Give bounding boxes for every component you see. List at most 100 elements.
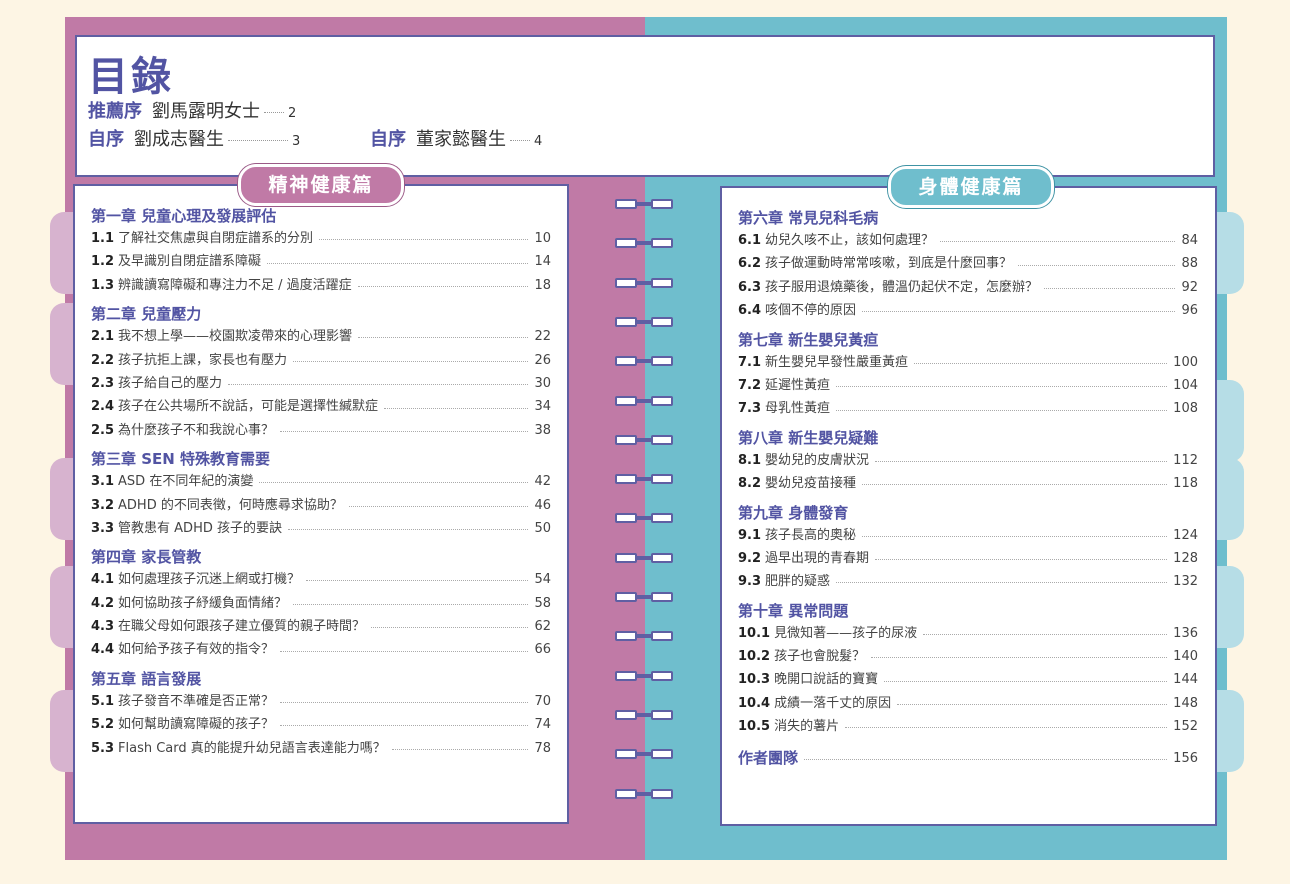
toc-entry[interactable]: 1.3 辨識讀寫障礙和專注力不足 / 過度活躍症 18 bbox=[91, 274, 551, 297]
toc-entry[interactable]: 2.5 為什麼孩子不和我說心事？ 38 bbox=[91, 419, 551, 442]
spiral-ring bbox=[615, 316, 675, 329]
entry-page: 18 bbox=[534, 277, 551, 293]
entry-title: 如何幫助讀寫障礙的孩子？ bbox=[118, 717, 275, 733]
toc-entry[interactable]: 9.1 孩子長高的奧秘 124 bbox=[738, 524, 1198, 547]
section-banner-physical-health: 身體健康篇 bbox=[888, 166, 1054, 208]
toc-entry[interactable]: 4.4 如何給予孩子有效的指令？ 66 bbox=[91, 638, 551, 661]
toc-entry[interactable]: 7.3 母乳性黃疸 108 bbox=[738, 397, 1198, 420]
toc-entry[interactable]: 9.2 過早出現的青春期 128 bbox=[738, 547, 1198, 570]
preface-author: 董家懿醫生 bbox=[416, 129, 506, 150]
entry-title: 成績一落千丈的原因 bbox=[774, 695, 892, 711]
entry-title: 孩子在公共場所不說話，可能是選擇性緘默症 bbox=[118, 399, 379, 415]
entry-page: 22 bbox=[534, 329, 551, 345]
toc-entry[interactable]: 10.5 消失的薯片 152 bbox=[738, 715, 1198, 738]
entry-page: 124 bbox=[1173, 527, 1198, 543]
entry-title: 及早識別自閉症譜系障礙 bbox=[118, 254, 262, 270]
entry-page: 112 bbox=[1173, 452, 1198, 468]
entry-number: 2.1 bbox=[91, 329, 115, 345]
entry-title: 咳個不停的原因 bbox=[765, 303, 857, 319]
entry-number: 9.1 bbox=[738, 527, 762, 543]
spiral-ring bbox=[615, 592, 675, 604]
entry-page: 58 bbox=[534, 595, 551, 611]
entry-number: 10.3 bbox=[738, 672, 771, 688]
toc-entry[interactable]: 10.4 成績一落千丈的原因 148 bbox=[738, 692, 1198, 715]
toc-entry[interactable]: 3.2 ADHD 的不同表徵，何時應尋求協助？ 46 bbox=[91, 494, 551, 517]
chapter-title: 第九章 身體發育 bbox=[738, 503, 849, 522]
spiral-ring bbox=[615, 238, 675, 250]
toc-entry[interactable]: 4.3 在職父母如何跟孩子建立優質的親子時間？ 62 bbox=[91, 615, 551, 638]
entry-title: 孩子也會脫髮？ bbox=[774, 649, 866, 665]
toc-entry[interactable]: 7.1 新生嬰兒早發性嚴重黃疸 100 bbox=[738, 351, 1198, 374]
toc-entry[interactable]: 2.4 孩子在公共場所不說話，可能是選擇性緘默症 34 bbox=[91, 395, 551, 418]
toc-entry[interactable]: 8.2 嬰幼兒疫苗接種 118 bbox=[738, 472, 1198, 495]
entry-title: 孩子抗拒上課，家長也有壓力 bbox=[118, 352, 288, 368]
entry-number: 1.2 bbox=[91, 254, 115, 270]
chapter-title: 第一章 兒童心理及發展評估 bbox=[91, 207, 277, 225]
entry-number: 3.2 bbox=[91, 497, 115, 513]
entry-title: 孩子長高的奧秘 bbox=[765, 527, 857, 543]
spiral-ring bbox=[615, 670, 675, 683]
entry-title: 母乳性黃疸 bbox=[765, 401, 831, 417]
entry-page: 148 bbox=[1173, 695, 1198, 711]
entry-number: 5.1 bbox=[91, 693, 115, 709]
entry-title: 辨識讀寫障礙和專注力不足 / 過度活躍症 bbox=[118, 277, 352, 293]
entry-number: 5.2 bbox=[91, 717, 115, 733]
toc-entry[interactable]: 3.3 管教患有 ADHD 孩子的要訣 50 bbox=[91, 517, 551, 540]
entry-title: 嬰幼兒的皮膚狀況 bbox=[765, 452, 870, 468]
spiral-ring bbox=[615, 277, 675, 290]
preface-label: 自序 bbox=[370, 129, 406, 150]
toc-entry[interactable]: 1.1 了解社交焦慮與自閉症譜系的分別 10 bbox=[91, 227, 551, 250]
entry-title: 為什麼孩子不和我說心事？ bbox=[118, 422, 275, 438]
entry-page: 66 bbox=[534, 642, 551, 658]
toc-entry[interactable]: 5.1 孩子發音不準確是否正常？ 70 bbox=[91, 690, 551, 713]
preface-line: 自序 董家懿醫生 4 bbox=[370, 125, 542, 151]
toc-entry[interactable]: 6.4 咳個不停的原因 96 bbox=[738, 299, 1198, 322]
toc-entry[interactable]: 2.1 我不想上學——校園欺凌帶來的心理影響 22 bbox=[91, 325, 551, 348]
entry-number: 4.3 bbox=[91, 619, 115, 635]
toc-entry[interactable]: 3.1 ASD 在不同年紀的演變 42 bbox=[91, 470, 551, 493]
entry-title: Flash Card 真的能提升幼兒語言表達能力嗎？ bbox=[118, 740, 386, 756]
entry-page: 136 bbox=[1173, 625, 1198, 641]
entry-page: 118 bbox=[1173, 476, 1198, 492]
entry-title: 我不想上學——校園欺凌帶來的心理影響 bbox=[118, 329, 353, 345]
toc-entry-author-team[interactable]: 作者團隊 156 bbox=[738, 747, 1198, 770]
entry-number: 7.1 bbox=[738, 354, 762, 370]
entry-title: 孩子給自己的壓力 bbox=[118, 375, 223, 391]
entry-title: 肥胖的疑惑 bbox=[765, 574, 831, 590]
toc-entry[interactable]: 5.2 如何幫助讀寫障礙的孩子？ 74 bbox=[91, 713, 551, 736]
entry-title: 延遲性黃疸 bbox=[765, 377, 831, 393]
toc-entry[interactable]: 6.1 幼兒久咳不止，該如何處理？ 84 bbox=[738, 229, 1198, 252]
toc-right: 第六章 常見兒科毛病 6.1 幼兒久咳不止，該如何處理？ 84 6.2 孩子做運動時常常咳… bbox=[738, 207, 1198, 770]
toc-entry[interactable]: 4.2 如何協助孩子紓緩負面情緒？ 58 bbox=[91, 592, 551, 615]
toc-entry[interactable]: 5.3 Flash Card 真的能提升幼兒語言表達能力嗎？ 78 bbox=[91, 737, 551, 760]
entry-page: 96 bbox=[1181, 303, 1198, 319]
toc-entry[interactable]: 1.2 及早識別自閉症譜系障礙 14 bbox=[91, 250, 551, 273]
entry-number: 6.4 bbox=[738, 303, 762, 319]
toc-entry[interactable]: 10.1 見微知著——孩子的尿液 136 bbox=[738, 622, 1198, 645]
toc-entry[interactable]: 6.2 孩子做運動時常常咳嗽，到底是什麼回事？ 88 bbox=[738, 252, 1198, 275]
entry-title: 了解社交焦慮與自閉症譜系的分別 bbox=[118, 231, 314, 246]
spiral-ring bbox=[615, 395, 675, 408]
preface-label: 自序 bbox=[88, 129, 124, 150]
chapter-title: 第五章 語言發展 bbox=[91, 669, 202, 688]
spiral-ring bbox=[615, 434, 675, 447]
toc-entry[interactable]: 8.1 嬰幼兒的皮膚狀況 112 bbox=[738, 449, 1198, 472]
toc-entry[interactable]: 2.3 孩子給自己的壓力 30 bbox=[91, 372, 551, 395]
entry-title: 嬰幼兒疫苗接種 bbox=[765, 476, 857, 492]
spiral-ring bbox=[615, 749, 675, 761]
toc-entry[interactable]: 10.2 孩子也會脫髮？ 140 bbox=[738, 645, 1198, 668]
toc-entry[interactable]: 9.3 肥胖的疑惑 132 bbox=[738, 570, 1198, 593]
spiral-ring bbox=[615, 513, 675, 525]
entry-title: 晚開口說話的寶寶 bbox=[774, 672, 879, 688]
toc-entry[interactable]: 2.2 孩子抗拒上課，家長也有壓力 26 bbox=[91, 349, 551, 372]
entry-number: 6.1 bbox=[738, 233, 762, 248]
entry-number: 6.3 bbox=[738, 279, 762, 295]
toc-entry[interactable]: 6.3 孩子服用退燒藥後，體溫仍起伏不定，怎麼辦？ 92 bbox=[738, 276, 1198, 299]
toc-entry[interactable]: 10.3 晚開口說話的寶寶 144 bbox=[738, 668, 1198, 691]
toc-entry[interactable]: 4.1 如何處理孩子沉迷上網或打機？ 54 bbox=[91, 568, 551, 591]
entry-page: 78 bbox=[534, 740, 551, 756]
toc-entry[interactable]: 7.2 延遲性黃疸 104 bbox=[738, 374, 1198, 397]
entry-number: 9.2 bbox=[738, 550, 762, 566]
entry-number: 1.3 bbox=[91, 277, 115, 293]
entry-number: 4.4 bbox=[91, 642, 115, 658]
